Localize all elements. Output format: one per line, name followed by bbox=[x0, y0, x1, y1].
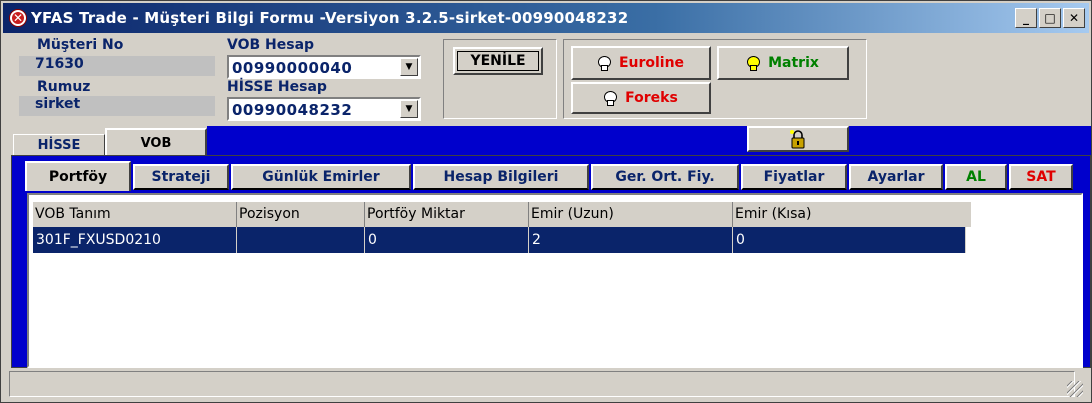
tab-hesap-bilgileri[interactable]: Hesap Bilgileri bbox=[413, 164, 589, 190]
hisse-account-value: 00990048232 bbox=[232, 101, 353, 119]
cell-emir-kisa[interactable]: 0 bbox=[733, 227, 966, 253]
tab-gunluk-emirler[interactable]: Günlük Emirler bbox=[231, 164, 411, 190]
vob-account-select[interactable]: 00990000040 ▼ bbox=[227, 55, 421, 79]
tab-hisse[interactable]: HİSSE bbox=[13, 134, 105, 156]
window-title: YFAS Trade - Müşteri Bilgi Formu -Versiy… bbox=[31, 9, 629, 27]
tab-fiyatlar[interactable]: Fiyatlar bbox=[741, 164, 847, 190]
tab-al[interactable]: AL bbox=[945, 164, 1007, 190]
tab-portfoy[interactable]: Portföy bbox=[25, 161, 131, 191]
cell-portfoy-miktar[interactable]: 0 bbox=[365, 227, 529, 253]
outer-tab-strip bbox=[207, 126, 1091, 156]
tab-ayarlar[interactable]: Ayarlar bbox=[849, 164, 943, 190]
customer-number-value: 71630 bbox=[19, 56, 215, 76]
vob-account-value: 00990000040 bbox=[232, 59, 353, 77]
close-icon: ✕ bbox=[1068, 11, 1080, 25]
lock-icon bbox=[790, 130, 805, 149]
status-bar bbox=[3, 369, 1089, 401]
cell-vob-tanim[interactable]: 301F_FXUSD0210 bbox=[33, 227, 237, 253]
light-bulb-icon bbox=[747, 56, 761, 71]
hisse-account-select[interactable]: 00990048232 ▼ bbox=[227, 97, 421, 121]
matrix-button[interactable]: Matrix bbox=[717, 46, 849, 80]
nickname-text: sirket bbox=[35, 96, 81, 112]
column-header-portfoy-miktar[interactable]: Portföy Miktar bbox=[365, 202, 529, 227]
table-row[interactable]: 301F_FXUSD0210 0 2 0 bbox=[33, 227, 966, 253]
column-header-emir-uzun[interactable]: Emir (Uzun) bbox=[529, 202, 733, 227]
matrix-label: Matrix bbox=[768, 55, 819, 71]
nickname-value: sirket bbox=[19, 96, 215, 116]
chevron-down-icon[interactable]: ▼ bbox=[400, 58, 418, 76]
chevron-down-icon[interactable]: ▼ bbox=[400, 100, 418, 118]
cell-emir-uzun[interactable]: 2 bbox=[529, 227, 733, 253]
cell-pozisyon[interactable] bbox=[237, 227, 365, 253]
main-window: YFAS Trade - Müşteri Bilgi Formu -Versiy… bbox=[0, 0, 1092, 403]
minimize-button[interactable]: _ bbox=[1015, 8, 1037, 28]
maximize-icon: □ bbox=[1044, 11, 1056, 25]
app-logo-icon[interactable] bbox=[9, 9, 27, 27]
foreks-label: Foreks bbox=[625, 90, 678, 106]
column-header-emir-kisa[interactable]: Emir (Kısa) bbox=[733, 202, 971, 227]
tab-vob[interactable]: VOB bbox=[105, 128, 207, 156]
grid-header: VOB Tanım Pozisyon Portföy Miktar Emir (… bbox=[33, 202, 971, 227]
light-bulb-icon bbox=[604, 91, 618, 106]
hisse-account-label: HİSSE Hesap bbox=[227, 79, 327, 95]
resize-grip-icon[interactable] bbox=[1067, 381, 1083, 397]
close-button[interactable]: ✕ bbox=[1063, 8, 1085, 28]
light-bulb-icon bbox=[597, 56, 611, 71]
foreks-button[interactable]: Foreks bbox=[571, 82, 711, 114]
customer-number-text: 71630 bbox=[35, 56, 84, 72]
window-controls: _ □ ✕ bbox=[1015, 8, 1085, 28]
maximize-button[interactable]: □ bbox=[1039, 8, 1061, 28]
euroline-button[interactable]: Euroline bbox=[571, 46, 711, 80]
nickname-label: Rumuz bbox=[37, 79, 91, 95]
column-header-vob-tanim[interactable]: VOB Tanım bbox=[33, 202, 237, 227]
lock-button[interactable] bbox=[747, 126, 849, 152]
minimize-icon: _ bbox=[1023, 11, 1029, 25]
euroline-label: Euroline bbox=[618, 55, 685, 71]
vob-account-label: VOB Hesap bbox=[227, 37, 315, 53]
title-bar[interactable]: YFAS Trade - Müşteri Bilgi Formu -Versiy… bbox=[3, 3, 1089, 33]
tab-strateji[interactable]: Strateji bbox=[133, 164, 229, 190]
status-panel bbox=[9, 371, 1075, 397]
tab-sat[interactable]: SAT bbox=[1009, 164, 1073, 190]
refresh-button[interactable]: YENİLE bbox=[453, 47, 543, 75]
tab-ger-ort-fiy[interactable]: Ger. Ort. Fiy. bbox=[591, 164, 739, 190]
column-header-pozisyon[interactable]: Pozisyon bbox=[237, 202, 365, 227]
customer-number-label: Müşteri No bbox=[37, 37, 124, 53]
